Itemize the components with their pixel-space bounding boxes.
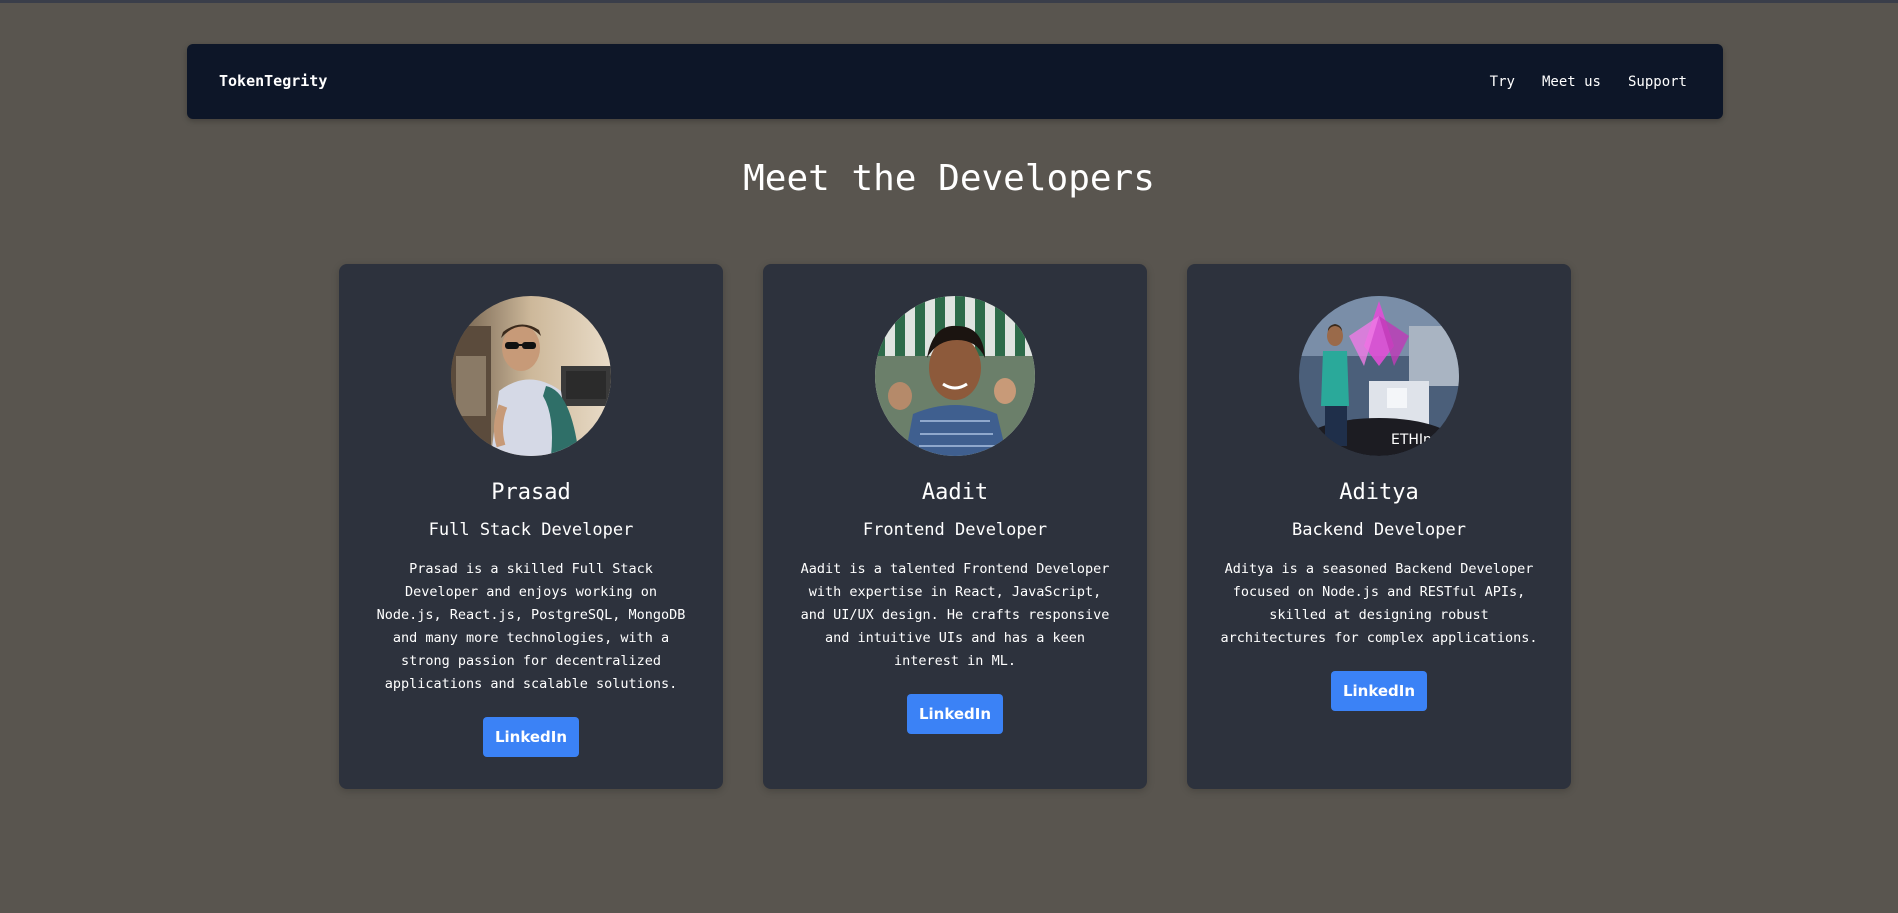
avatar-aadit-photo (875, 296, 1035, 456)
linkedin-button-aadit[interactable]: LinkedIn (907, 694, 1003, 734)
developer-card-prasad: Prasad Full Stack Developer Prasad is a … (339, 264, 723, 789)
developer-card-aditya: ETHIndia Aditya Backend Developer Aditya… (1187, 264, 1571, 789)
developer-name: Aadit (921, 480, 989, 505)
linkedin-button-aditya[interactable]: LinkedIn (1331, 671, 1427, 711)
brand-logo-text[interactable]: TokenTegrity (219, 44, 327, 119)
nav-link-support[interactable]: Support (1628, 74, 1687, 90)
navbar: TokenTegrity Try Meet us Support (187, 44, 1723, 119)
developer-name: Aditya (1339, 480, 1419, 505)
linkedin-button-prasad[interactable]: LinkedIn (483, 717, 579, 757)
nav-link-try[interactable]: Try (1490, 74, 1515, 90)
developer-role: Frontend Developer (862, 520, 1048, 540)
developer-bio: Prasad is a skilled Full Stack Developer… (376, 561, 686, 692)
developer-role: Backend Developer (1292, 520, 1466, 540)
photo-sign-text: ETHIndia (1391, 432, 1453, 448)
nav-link-meet-us[interactable]: Meet us (1542, 74, 1601, 90)
developer-name: Prasad (491, 480, 571, 505)
top-border (0, 0, 1898, 3)
page-title: Meet the Developers (743, 158, 1155, 199)
developer-role: Full Stack Developer (428, 520, 634, 540)
avatar-aditya-photo: ETHIndia (1299, 296, 1459, 456)
developer-card-aadit: Aadit Frontend Developer Aadit is a tale… (763, 264, 1147, 789)
developer-bio: Aditya is a seasoned Backend Developer f… (1220, 561, 1538, 646)
developer-bio: Aadit is a talented Frontend Developer w… (800, 561, 1110, 669)
avatar-prasad-photo (451, 296, 611, 456)
nav-links: Try Meet us Support (1463, 44, 1687, 119)
